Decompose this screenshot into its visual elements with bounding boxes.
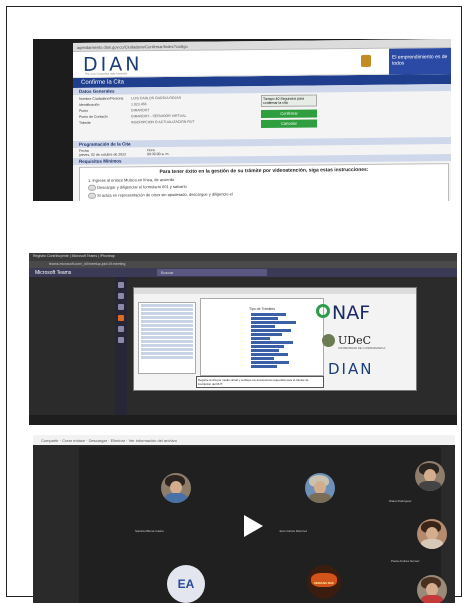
teams-header: Microsoft Teams Buscar	[29, 268, 457, 277]
toggle-icon	[88, 192, 96, 199]
chart-bar	[251, 361, 290, 364]
participant-avatar	[417, 575, 447, 603]
bar-chart: Tipo de Trámites	[200, 298, 324, 376]
chart-bar	[251, 329, 291, 332]
teams-title: Microsoft Teams	[35, 270, 72, 276]
colombia-crest-icon	[361, 54, 371, 67]
naf-logo: NAF	[332, 302, 371, 324]
chart-bar	[251, 357, 275, 360]
taskbar	[29, 415, 457, 425]
chart-bar	[251, 365, 277, 368]
participant-avatar	[305, 473, 335, 503]
teams-icon[interactable]	[118, 304, 124, 310]
chart-bar	[251, 349, 280, 352]
data-table	[138, 302, 196, 374]
toggle-icon	[88, 184, 96, 191]
countdown-timer: Tiempo 40 Segundos para confirmar la cit…	[261, 94, 317, 108]
participant-name: Juan Carlos Ramírez	[279, 529, 308, 533]
udec-seal-icon	[322, 334, 335, 347]
datos-generales: Nombre Ciudadano/Persona LUIS CARLOS GARC…	[73, 91, 451, 141]
chart-bars	[251, 313, 296, 369]
search-input[interactable]: Buscar	[157, 269, 267, 276]
participant-name: Sandra Milena Castro	[135, 529, 165, 533]
photo-dian-appointment: agendamiento.dian.gov.co/Ciudadano/Confi…	[33, 39, 451, 201]
monitor-screen: agendamiento.dian.gov.co/Ciudadano/Confi…	[73, 39, 451, 201]
note-box: Registre la cita por medio virtual y ver…	[196, 376, 324, 388]
chat-icon[interactable]	[118, 293, 124, 299]
requisitos-box: Para tener éxito en la gestión de su trá…	[79, 163, 449, 201]
dian-logo: DIAN	[328, 360, 374, 378]
teams-app-rail	[115, 277, 127, 425]
excel-ribbon	[134, 288, 416, 294]
activity-icon[interactable]	[118, 282, 124, 288]
chart-bar	[251, 337, 271, 340]
browser-url-bar[interactable]: teams.microsoft.com/_#/l/meetup-join/19:…	[29, 261, 457, 268]
browser-tabs[interactable]: Registro Contribuyente | Microsoft Teams…	[29, 253, 457, 261]
participant-avatar	[415, 461, 445, 491]
photo-teams-share: Registro Contribuyente | Microsoft Teams…	[29, 253, 457, 425]
logos-panel: NAF UDeC UNIVERSIDAD DE CUNDINAMARCA DIA…	[316, 298, 414, 388]
confirm-button[interactable]: Confirmar	[261, 109, 317, 119]
collage-frame: agendamiento.dian.gov.co/Ciudadano/Confi…	[6, 6, 462, 603]
participant-avatar	[161, 473, 191, 503]
initials-avatar: EA	[167, 565, 205, 603]
udec-subtitle: UNIVERSIDAD DE CUNDINAMARCA	[338, 346, 386, 350]
list-item: Si actúa en representación de otros sin …	[88, 189, 440, 199]
play-icon[interactable]	[244, 515, 263, 537]
participant-avatar	[417, 519, 447, 549]
chart-bar	[251, 321, 296, 324]
file-actions-bar[interactable]: Compartir · Crear enlace · Descargar · E…	[33, 435, 455, 445]
dian-header: DIAN Por una Colombia más honesta El emp…	[73, 47, 451, 79]
event-poster-avatar: SEMANA NAF	[307, 565, 341, 599]
participant-name: Diana Rodríguez	[389, 499, 412, 503]
naf-logo-icon	[316, 304, 330, 318]
chart-bar	[251, 353, 289, 356]
chart-bar	[251, 313, 287, 316]
chart-bar	[251, 345, 285, 348]
government-banner: El emprendimiento es de todos	[389, 47, 451, 75]
files-icon[interactable]	[118, 337, 124, 343]
chart-title: Tipo de Trámites	[249, 307, 275, 311]
chart-bar	[251, 317, 278, 320]
chart-bar	[251, 333, 282, 336]
dian-slogan: Por una Colombia más honesta	[85, 71, 128, 76]
chart-bar	[251, 341, 294, 344]
calls-icon[interactable]	[118, 326, 124, 332]
participant-name: Paula Andrea Gómez	[391, 559, 420, 563]
chart-bar	[251, 325, 276, 328]
photo-video-call: Compartir · Crear enlace · Descargar · E…	[33, 435, 455, 603]
cancel-button[interactable]: Cancelar	[261, 119, 317, 129]
calendar-icon[interactable]	[118, 315, 124, 321]
shared-screen: Tipo de Trámites Registre la cita por me…	[133, 287, 417, 391]
monitor-screen: Registro Contribuyente | Microsoft Teams…	[29, 253, 457, 425]
